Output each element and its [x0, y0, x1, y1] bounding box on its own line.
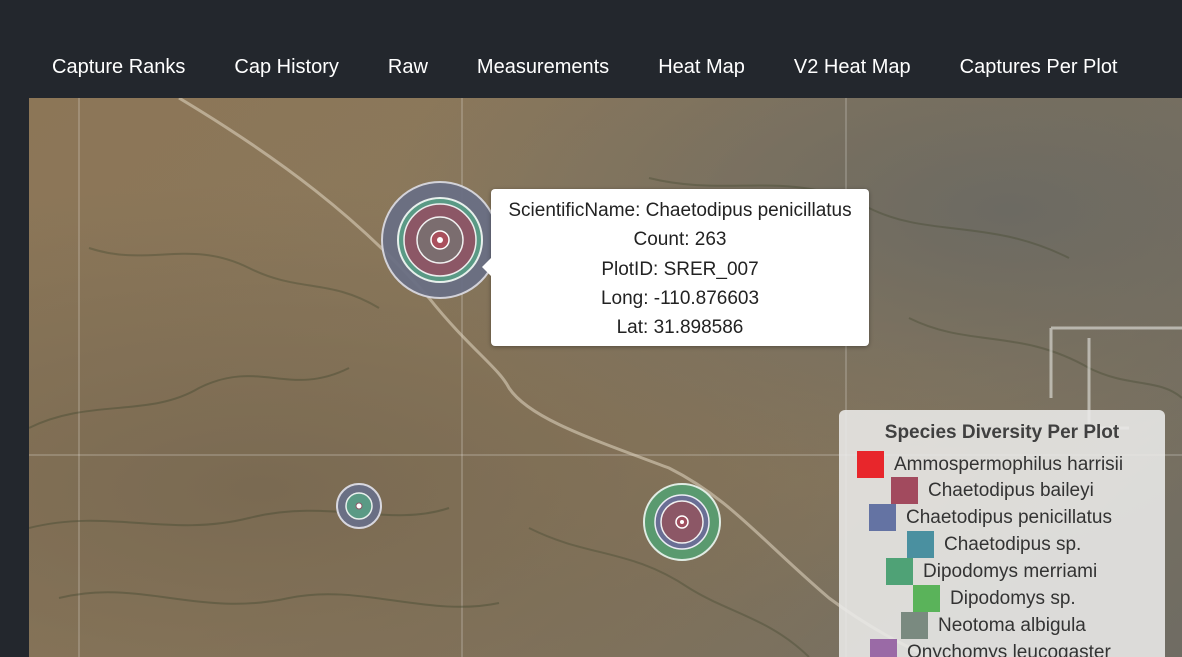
left-gutter — [0, 98, 29, 657]
legend-swatch — [869, 504, 896, 531]
legend-item[interactable]: Ammospermophilus harrisii — [857, 451, 1123, 478]
legend-swatch — [857, 451, 884, 478]
tab-heat-map[interactable]: Heat Map — [634, 52, 770, 82]
legend-item[interactable]: Onychomys leucogaster — [870, 639, 1111, 657]
legend-swatch — [907, 531, 934, 558]
tooltip-plot-id: PlotID: SRER_007 — [601, 258, 759, 280]
legend-title: Species Diversity Per Plot — [884, 422, 1120, 443]
tab-measurements[interactable]: Measurements — [453, 52, 634, 82]
legend-item-label: Chaetodipus baileyi — [928, 479, 1094, 501]
plot-tooltip: ScientificName: Chaetodipus penicillatus… — [482, 189, 869, 346]
legend-item[interactable]: Dipodomys merriami — [886, 558, 1097, 585]
legend-swatch — [891, 477, 918, 504]
legend-item[interactable]: Chaetodipus penicillatus — [869, 504, 1112, 531]
tooltip-count: Count: 263 — [633, 229, 727, 251]
legend-item-label: Chaetodipus penicillatus — [906, 506, 1112, 528]
tooltip-scientific-name: ScientificName: Chaetodipus penicillatus — [508, 200, 852, 221]
legend-swatch — [913, 585, 940, 612]
legend-item-label: Ammospermophilus harrisii — [894, 453, 1124, 475]
tab-raw[interactable]: Raw — [364, 52, 453, 82]
top-navigation-bar: Capture Ranks Cap History Raw Measuremen… — [0, 0, 1182, 98]
legend-item-label: Dipodomys sp. — [950, 587, 1076, 609]
species-legend: Species Diversity Per Plot Ammospermophi… — [839, 410, 1165, 657]
plot-marker-medium[interactable] — [641, 481, 723, 563]
legend-item-label: Dipodomys merriami — [923, 560, 1098, 582]
legend-swatch — [870, 639, 897, 657]
tab-capture-ranks[interactable]: Capture Ranks — [28, 52, 210, 82]
tab-cap-history[interactable]: Cap History — [210, 52, 363, 82]
tab-v2-heat-map[interactable]: V2 Heat Map — [770, 52, 936, 82]
tooltip-latitude: Lat: 31.898586 — [616, 317, 744, 339]
legend-item[interactable]: Chaetodipus baileyi — [891, 477, 1094, 504]
legend-item-label: Chaetodipus sp. — [944, 533, 1082, 555]
tab-bar: Capture Ranks Cap History Raw Measuremen… — [28, 52, 1143, 82]
plot-marker-srer-007[interactable] — [380, 180, 500, 300]
tooltip-longitude: Long: -110.876603 — [600, 287, 760, 309]
legend-item[interactable]: Dipodomys sp. — [913, 585, 1076, 612]
legend-item-label: Onychomys leucogaster — [907, 641, 1111, 657]
tab-captures-per-plot[interactable]: Captures Per Plot — [936, 52, 1143, 82]
legend-item[interactable]: Neotoma albigula — [901, 612, 1086, 639]
legend-swatch — [901, 612, 928, 639]
legend-item-label: Neotoma albigula — [938, 614, 1086, 636]
plot-marker-small[interactable] — [335, 482, 383, 530]
legend-item[interactable]: Chaetodipus sp. — [907, 531, 1081, 558]
tooltip-arrow — [482, 258, 491, 276]
legend-swatch — [886, 558, 913, 585]
